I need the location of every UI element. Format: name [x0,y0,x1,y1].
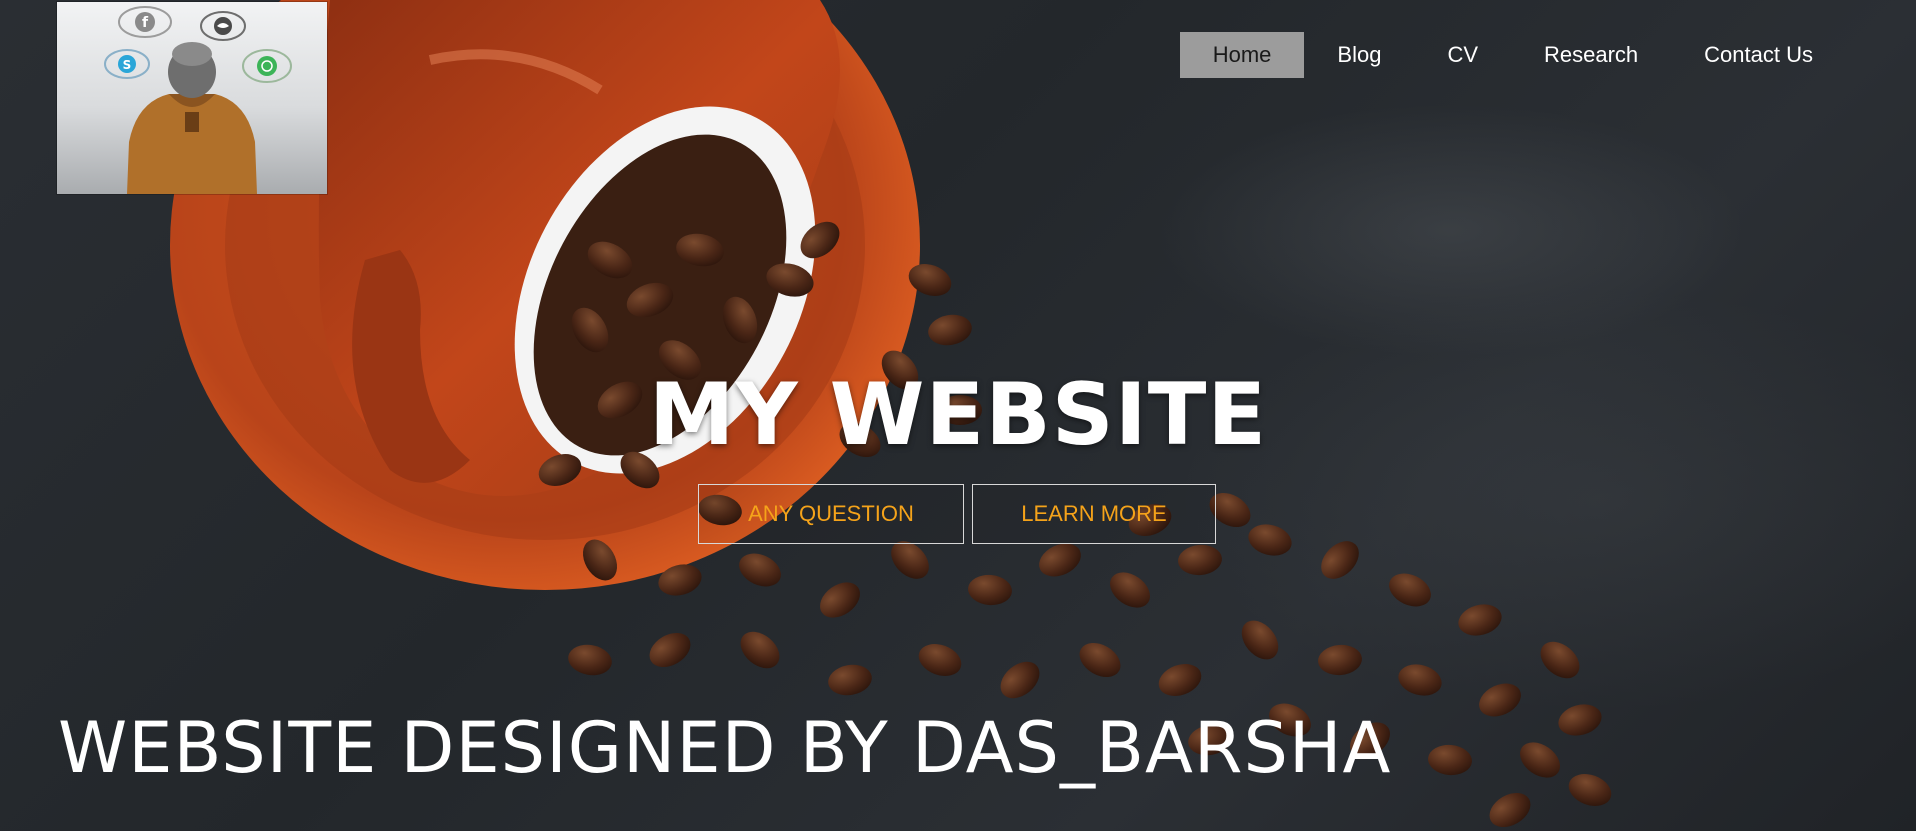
cta-button-row: ANY QUESTION LEARN MORE [698,484,1216,544]
learn-more-button[interactable]: LEARN MORE [972,484,1216,544]
nav-item-blog[interactable]: Blog [1304,32,1414,78]
whatsapp-icon [242,49,292,83]
site-title: MY WEBSITE [648,365,1268,465]
main-nav: Home Blog CV Research Contact Us [1179,32,1846,78]
svg-text:f: f [142,15,149,31]
designer-credit: WEBSITE DESIGNED BY DAS_BARSHA [58,707,1392,789]
hero-page: f S Home Blog CV Research Contact Us MY … [0,0,1916,831]
twitter-icon [200,11,246,41]
profile-logo-image[interactable]: f S [57,2,327,194]
facebook-icon: f [118,6,172,38]
nav-item-research[interactable]: Research [1511,32,1671,78]
skype-icon: S [104,49,150,79]
nav-item-home[interactable]: Home [1179,32,1305,78]
any-question-button[interactable]: ANY QUESTION [698,484,964,544]
person-jacket [127,94,257,194]
svg-text:S: S [123,58,132,72]
nav-item-cv[interactable]: CV [1414,32,1511,78]
nav-item-contact-us[interactable]: Contact Us [1671,32,1846,78]
profile-illustration: f S [104,6,292,194]
